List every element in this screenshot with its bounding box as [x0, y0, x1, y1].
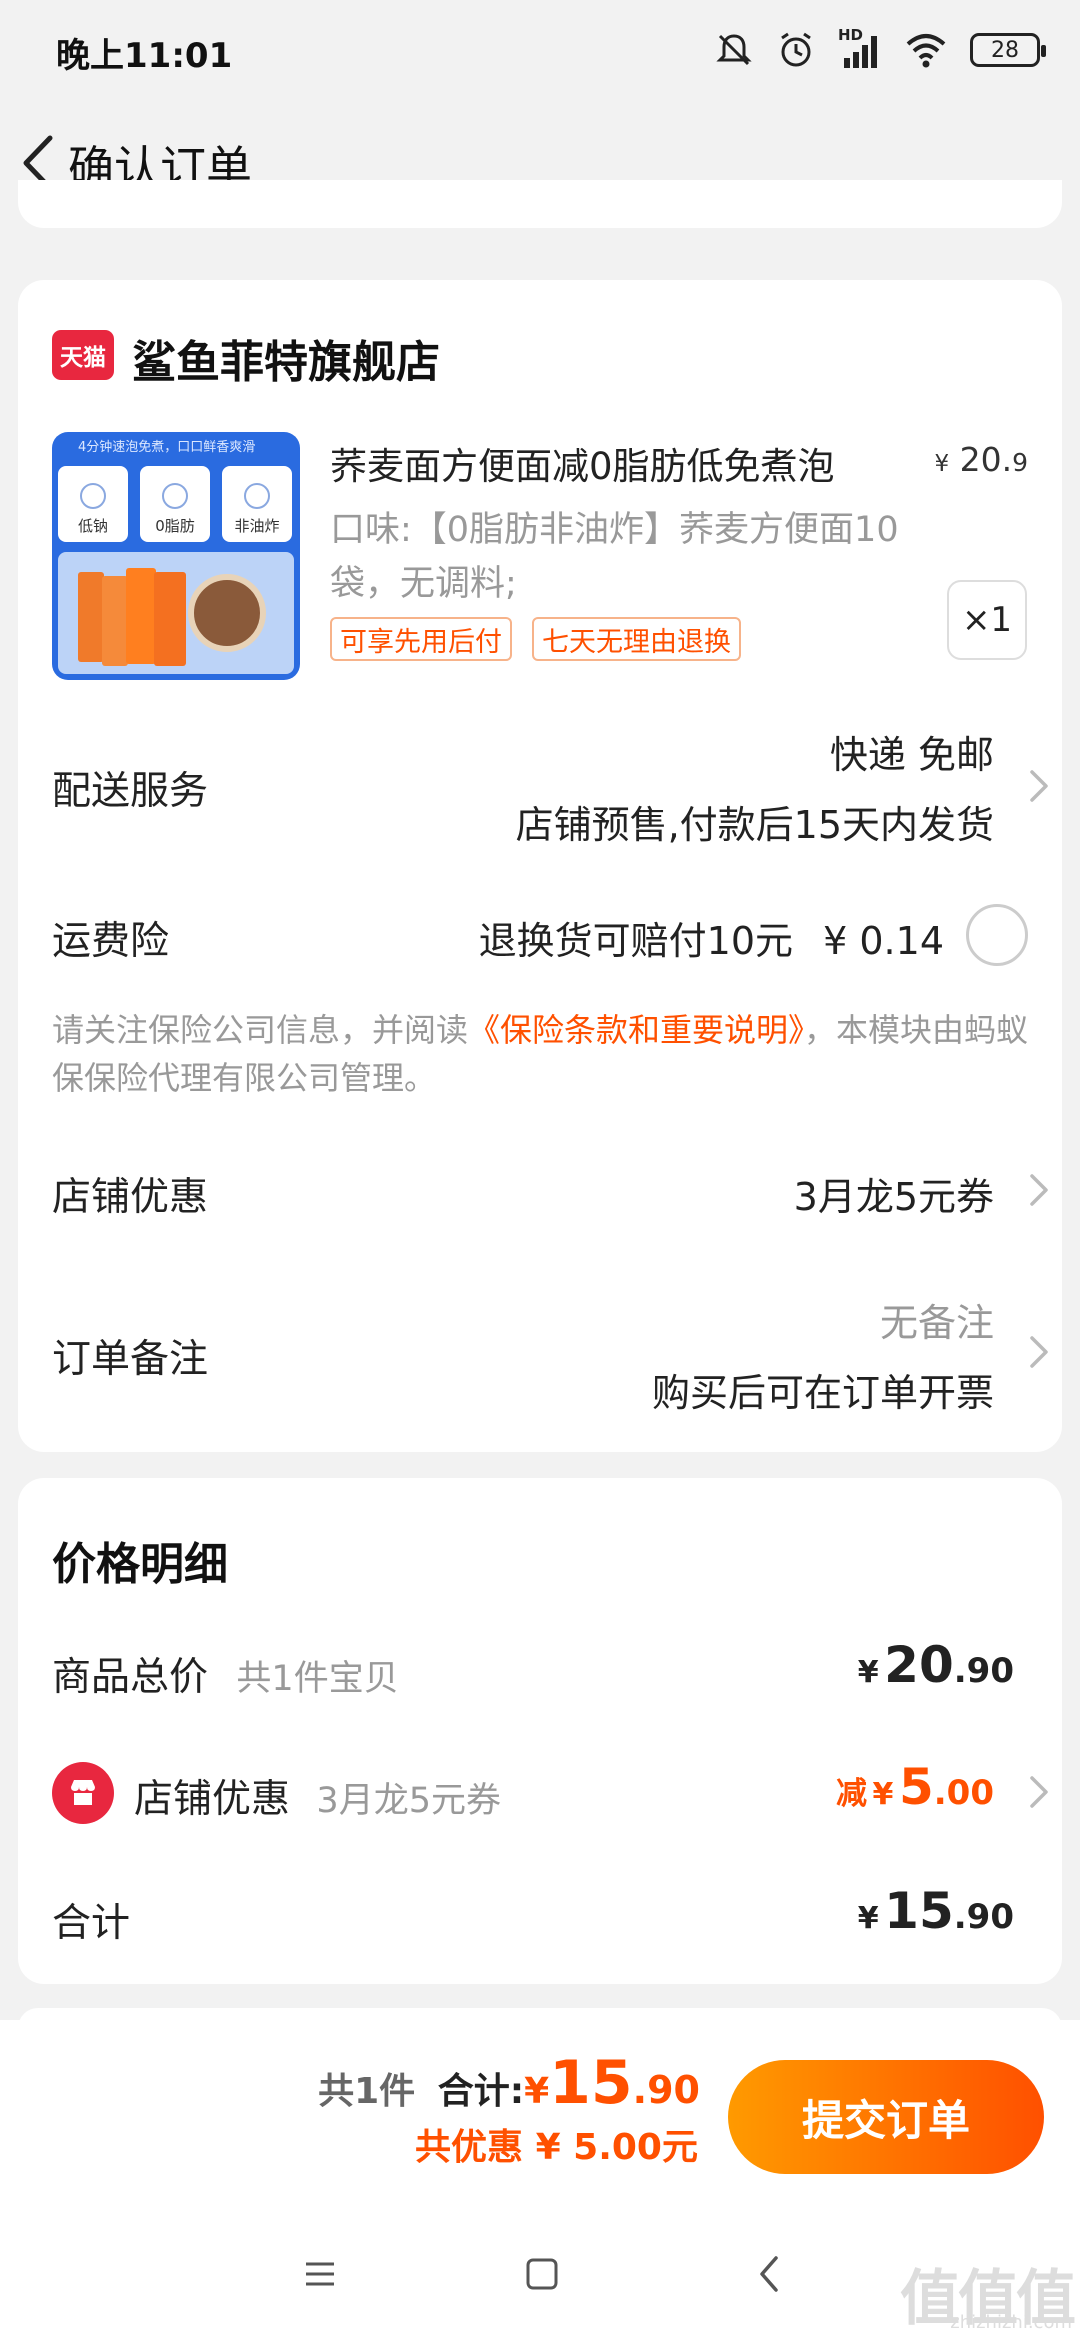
insurance-desc: 退换货可赔付10元	[478, 919, 794, 963]
non-fried-icon	[244, 483, 270, 509]
chevron-right-icon	[1030, 1174, 1048, 1206]
shop-discount-icon	[52, 1762, 114, 1824]
currency-symbol: ¥	[857, 1901, 879, 1936]
insurance-notice: 请关注保险公司信息，并阅读《保险条款和重要说明》，本模块由蚂蚁保保险代理有限公司…	[52, 1006, 1042, 1102]
quantity-stepper[interactable]: ×1	[947, 580, 1027, 660]
feature-label: 非油炸	[234, 517, 280, 535]
total-label: 合计:	[437, 2071, 525, 2112]
price-dec: .90	[632, 2068, 700, 2112]
alarm-icon	[781, 32, 811, 67]
total-label: 合计	[52, 1901, 131, 1946]
insurance-price: ¥ 0.14	[823, 919, 944, 963]
product-title[interactable]: 荞麦面方便面减0脂肪低免煮泡	[330, 436, 835, 490]
delivery-note: 店铺预售,付款后15天内发货	[515, 803, 994, 847]
delivery-method: 快递 免邮	[829, 733, 994, 777]
product-image[interactable]: 4分钟速泡免煮，口口鲜香爽滑 低钠 0脂肪 非油炸	[52, 432, 300, 680]
total-price: ¥ 15.90	[858, 1882, 1014, 1940]
store-name[interactable]: 鲨鱼菲特旗舰店	[132, 326, 440, 390]
feature-label: 0脂肪	[155, 517, 195, 535]
price-dec: .90	[953, 1651, 1014, 1691]
battery-icon: 28	[970, 33, 1046, 67]
chevron-right-icon	[1030, 1336, 1048, 1368]
shop-discount-row[interactable]: 店铺优惠 3月龙5元券	[134, 1768, 501, 1824]
currency-symbol: ¥	[857, 1655, 879, 1690]
item-count: 共1件	[318, 2071, 416, 2112]
total-amount: ¥15.90	[524, 2048, 700, 2118]
product-photo	[58, 552, 294, 674]
insurance-info: 退换货可赔付10元 ¥ 0.14	[479, 910, 944, 965]
wifi-icon	[906, 34, 946, 68]
price-detail-title: 价格明细	[52, 1539, 228, 1590]
insurance-terms-link[interactable]: 《保险条款和重要说明》	[468, 1011, 804, 1049]
insurance-label: 运费险	[52, 919, 170, 964]
status-time: 晚上11:01	[56, 36, 233, 76]
home-icon[interactable]	[524, 2256, 560, 2292]
order-note-label: 订单备注	[52, 1337, 209, 1382]
chevron-right-icon	[1030, 770, 1048, 802]
menu-icon[interactable]	[302, 2256, 338, 2292]
tag-pay-later: 可享先用后付	[330, 617, 512, 661]
shop-discount-name: 3月龙5元券	[316, 1781, 501, 1821]
store-logo-text: 天猫	[60, 345, 106, 371]
price-dec: .00	[933, 1773, 994, 1813]
goods-total-label: 商品总价	[52, 1655, 209, 1700]
shop-discount-amount: 减 ¥ 5.00	[836, 1758, 994, 1816]
order-note-value: 无备注	[879, 1301, 994, 1345]
zero-fat-icon	[162, 483, 188, 509]
order-summary: 共1件 合计:¥15.90	[318, 2048, 700, 2118]
feature-badge-low-sodium: 低钠	[58, 466, 128, 542]
price-int: 20	[884, 1636, 954, 1694]
total-savings: 共优惠 ¥ 5.00元	[415, 2127, 698, 2168]
currency-symbol: ¥	[524, 2071, 550, 2112]
shop-discount-label: 店铺优惠	[134, 1777, 291, 1822]
product-sku[interactable]: 口味:【0脂肪非油炸】荞麦方便面10袋，无调料;	[330, 503, 930, 611]
tmall-logo: 天猫	[52, 330, 114, 380]
notice-text: 请关注保险公司信息，并阅读	[52, 1011, 469, 1049]
price-int: 20.	[959, 440, 1013, 479]
product-image-caption: 4分钟速泡免煮，口口鲜香爽滑	[78, 440, 256, 455]
goods-total-row: 商品总价 共1件宝贝	[52, 1646, 399, 1702]
low-sodium-icon	[80, 483, 106, 509]
feature-badge-non-fried: 非油炸	[222, 466, 292, 542]
store-discount-label: 店铺优惠	[52, 1175, 209, 1220]
invoice-note: 购买后可在订单开票	[651, 1371, 994, 1415]
price-int: 15	[884, 1882, 954, 1940]
back-icon[interactable]	[752, 2252, 788, 2296]
signal-icon: HD	[838, 26, 882, 70]
price-int: 5	[898, 1758, 934, 1816]
price-dec: 9	[1012, 448, 1028, 477]
watermark-url: zhizhizhi.com	[950, 2312, 1072, 2333]
insurance-checkbox[interactable]	[966, 904, 1028, 966]
price-int: 15	[549, 2048, 633, 2118]
delivery-label: 配送服务	[52, 769, 209, 814]
discount-prefix: 减	[835, 1776, 867, 1812]
product-price: ¥ 20.9	[934, 440, 1028, 479]
goods-total-price: ¥ 20.90	[858, 1636, 1014, 1694]
feature-label: 低钠	[77, 517, 108, 535]
currency-symbol: ¥	[872, 1777, 894, 1812]
feature-badge-zero-fat: 0脂肪	[140, 466, 210, 542]
battery-level: 28	[991, 37, 1019, 63]
mute-icon	[716, 34, 752, 66]
store-icon	[71, 1780, 95, 1805]
price-dec: .90	[953, 1897, 1014, 1937]
chevron-right-icon	[1030, 1776, 1048, 1808]
goods-count: 共1件宝贝	[236, 1659, 399, 1699]
status-icons: HD 28	[714, 26, 1046, 74]
currency-symbol: ¥	[934, 451, 950, 477]
address-card-partial	[18, 180, 1062, 228]
tag-seven-day-return: 七天无理由退换	[532, 617, 741, 661]
submit-order-button[interactable]: 提交订单	[728, 2060, 1044, 2174]
store-discount-value: 3月龙5元券	[793, 1175, 994, 1219]
